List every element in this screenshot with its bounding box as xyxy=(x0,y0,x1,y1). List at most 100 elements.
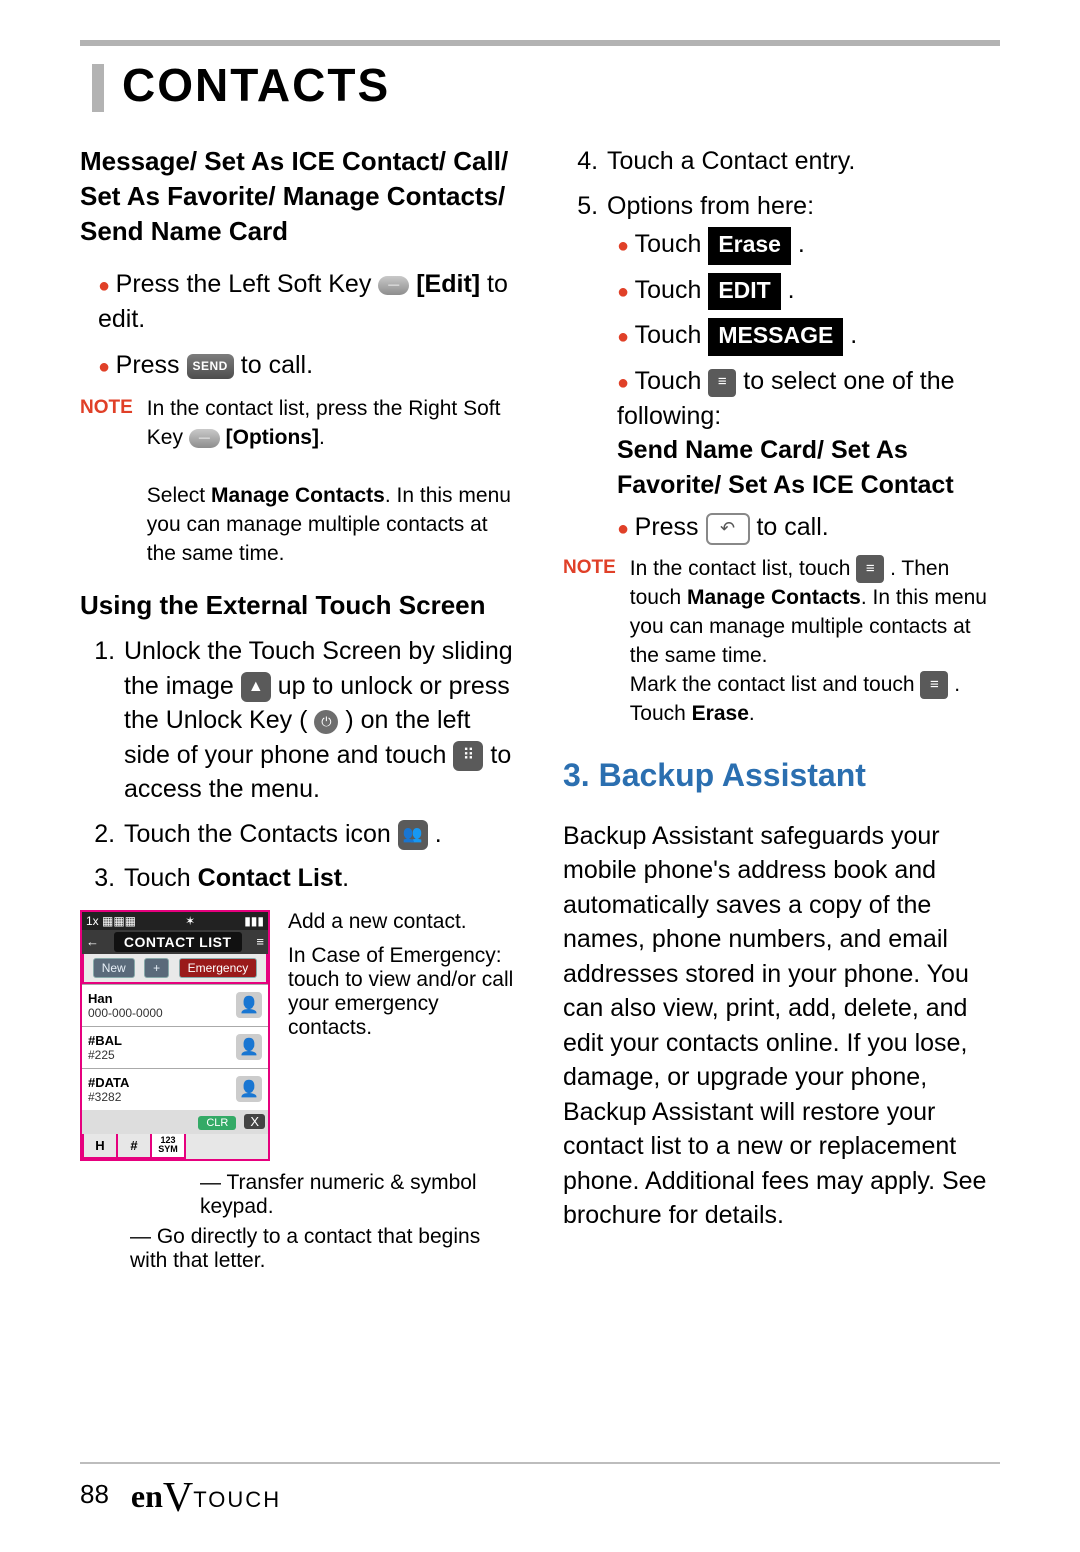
text: . xyxy=(342,864,349,892)
brand-en: en xyxy=(131,1478,163,1514)
menu-grid-icon: ⠿ xyxy=(453,741,483,771)
note-label: NOTE xyxy=(80,397,133,419)
callout-letter: — Go directly to a contact that begins w… xyxy=(130,1225,517,1273)
sub-erase: Touch Erase . xyxy=(617,227,1000,265)
step-3: Touch Contact List. xyxy=(122,861,517,896)
close-button[interactable]: X xyxy=(244,1114,265,1129)
menu-icon[interactable]: ≡ xyxy=(256,934,264,949)
numbered-steps: Unlock the Touch Screen by sliding the i… xyxy=(80,634,517,896)
list-item[interactable]: #DATA #3282 👤 xyxy=(82,1068,268,1110)
text: Touch xyxy=(635,367,709,395)
text: Press the Left Soft Key xyxy=(116,270,379,298)
note: NOTE In the contact list, touch ≡ . Then… xyxy=(563,555,1000,729)
text: . xyxy=(781,276,795,304)
key-hash[interactable]: # xyxy=(118,1134,152,1159)
page-title: CONTACTS xyxy=(92,58,1000,112)
text: Transfer numeric & symbol keypad. xyxy=(200,1171,477,1218)
key-sym[interactable]: 123 SYM xyxy=(152,1134,186,1159)
text-bold: Manage Contacts xyxy=(211,484,385,507)
figure-callouts: Add a new contact. In Case of Emergency:… xyxy=(288,910,517,1161)
callout-ice: In Case of Emergency: touch to view and/… xyxy=(288,944,517,1040)
erase-button[interactable]: Erase xyxy=(708,227,791,265)
section-body-backup-assistant: Backup Assistant safeguards your mobile … xyxy=(563,819,1000,1233)
page-title-text: CONTACTS xyxy=(122,59,390,111)
phone-mock: 1x ▦▦▦ ✶ ▮▮▮ ← CONTACT LIST ≡ New + Emer… xyxy=(80,910,270,1161)
text: . xyxy=(435,820,442,848)
text-bold: [Options] xyxy=(226,426,319,449)
emergency-button[interactable]: Emergency xyxy=(179,958,258,978)
step-5: Options from here: Touch Erase . Touch E… xyxy=(605,189,1000,545)
softkey-icon: — xyxy=(378,276,409,295)
text: Select xyxy=(147,484,211,507)
mock-title: CONTACT LIST xyxy=(114,932,242,952)
add-button[interactable]: + xyxy=(144,958,169,978)
message-button[interactable]: MESSAGE xyxy=(708,318,843,356)
mock-keybar: H # 123 SYM xyxy=(82,1134,268,1159)
text-bold: Contact List xyxy=(198,864,342,892)
text: Touch the Contacts icon xyxy=(124,820,398,848)
sub-bullet-list: Touch Erase . Touch EDIT . Touch MESSAGE… xyxy=(607,227,1000,545)
softkey-icon: — xyxy=(189,429,220,448)
text: Go directly to a contact that begins wit… xyxy=(130,1225,480,1272)
callout-add-contact: Add a new contact. xyxy=(288,910,517,934)
step-2: Touch the Contacts icon 👥 . xyxy=(122,817,517,852)
text: Touch xyxy=(635,321,709,349)
new-button[interactable]: New xyxy=(93,958,135,978)
text: to call. xyxy=(241,351,313,379)
subheading-external-touch: Using the External Touch Screen xyxy=(80,589,517,623)
list-item[interactable]: #BAL #225 👤 xyxy=(82,1026,268,1068)
text: Press xyxy=(116,351,187,379)
callout-sym: — Transfer numeric & symbol keypad. xyxy=(200,1171,517,1219)
note-body: In the contact list, press the Right Sof… xyxy=(147,395,517,569)
footer-rule xyxy=(80,1462,1000,1464)
menu-icon[interactable]: ≡ xyxy=(920,671,948,699)
edit-button[interactable]: EDIT xyxy=(708,273,780,311)
sub-menu-select: Touch ≡ to select one of the following: … xyxy=(617,364,1000,502)
numbered-steps: Touch a Contact entry. Options from here… xyxy=(563,144,1000,545)
send-key-icon: SEND xyxy=(187,354,234,379)
avatar-icon: 👤 xyxy=(236,992,262,1018)
text: Options from here: xyxy=(607,192,814,220)
contact-name: #DATA xyxy=(88,1075,129,1090)
mock-status-bar: 1x ▦▦▦ ✶ ▮▮▮ xyxy=(82,912,268,930)
unlock-key-icon: ⏻ xyxy=(314,710,338,734)
key-letter[interactable]: H xyxy=(82,1134,118,1159)
title-accent xyxy=(92,64,104,112)
mock-toolbar: New + Emergency xyxy=(82,954,268,984)
section-heading-backup-assistant: 3. Backup Assistant xyxy=(563,757,1000,794)
bullet-edit: Press the Left Soft Key — [Edit] to edit… xyxy=(98,267,517,336)
note-label: NOTE xyxy=(563,557,616,579)
page-number: 88 xyxy=(80,1479,109,1510)
bullet-call: Press SEND to call. xyxy=(98,348,517,383)
call-key-icon[interactable]: ↶ xyxy=(706,513,750,545)
contact-name: #BAL xyxy=(88,1033,122,1048)
text: . xyxy=(843,321,857,349)
back-icon[interactable]: ← xyxy=(86,934,99,949)
menu-icon[interactable]: ≡ xyxy=(856,555,884,583)
avatar-icon: 👤 xyxy=(236,1076,262,1102)
bullet-list: Press the Left Soft Key — [Edit] to edit… xyxy=(80,267,517,383)
slide-up-icon: ▲ xyxy=(241,672,271,702)
text-bold: Manage Contacts xyxy=(687,586,861,609)
text: . xyxy=(749,702,755,725)
footer: 88 enVTOUCH xyxy=(80,1470,1000,1518)
note: NOTE In the contact list, press the Righ… xyxy=(80,395,517,569)
page: CONTACTS Message/ Set As ICE Contact/ Ca… xyxy=(0,0,1080,1552)
list-item[interactable]: Han 000-000-0000 👤 xyxy=(82,984,268,1026)
brand-v: V xyxy=(163,1475,193,1521)
menu-icon[interactable]: ≡ xyxy=(708,369,736,397)
lead-in-options: Message/ Set As ICE Contact/ Call/ Set A… xyxy=(80,144,517,249)
contact-number: 000-000-0000 xyxy=(88,1006,163,1020)
avatar-icon: 👤 xyxy=(236,1034,262,1060)
mock-footer: CLR X xyxy=(82,1110,268,1134)
clr-button[interactable]: CLR xyxy=(198,1116,236,1130)
status-left: 1x ▦▦▦ xyxy=(86,914,136,928)
text-bold: [Edit] xyxy=(416,270,480,298)
status-mid: ✶ xyxy=(185,914,195,928)
text: Press xyxy=(635,513,706,541)
key-sym-bot: SYM xyxy=(152,1145,184,1154)
text: Touch xyxy=(635,276,709,304)
text-bold: Send Name Card/ Set As Favorite/ Set As … xyxy=(617,436,954,499)
top-rule xyxy=(80,40,1000,46)
text: In the contact list, touch xyxy=(630,557,856,580)
